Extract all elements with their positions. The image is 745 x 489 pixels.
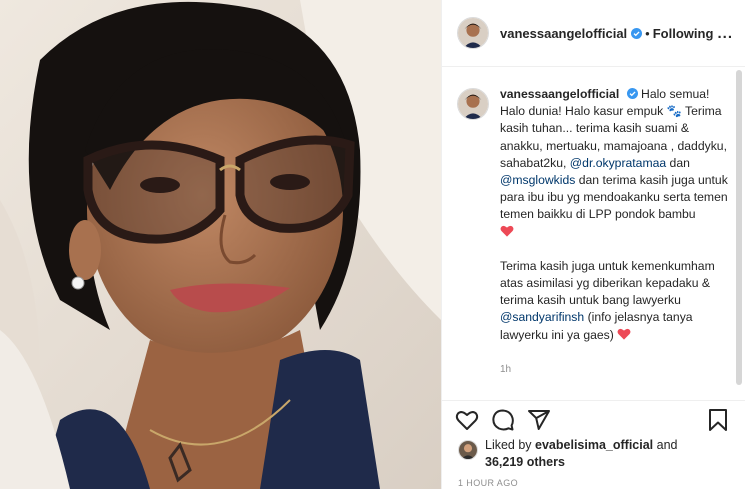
comment-icon: [492, 409, 514, 431]
mention-sandyarifinsh[interactable]: @sandyarifinsh: [500, 310, 584, 324]
author-username[interactable]: vanessaangelofficial: [500, 26, 627, 41]
paper-plane-icon: [528, 410, 550, 430]
author-avatar[interactable]: [457, 17, 489, 49]
heart-outline-icon: [455, 411, 479, 430]
caption-avatar[interactable]: [457, 88, 489, 120]
red-heart-icon: [500, 225, 514, 237]
caption-text: vanessaangelofficial Halo semua! Halo du…: [500, 86, 732, 378]
caption-text-5: Terima kasih juga untuk kemenkumham atas…: [500, 258, 715, 308]
caption-time: 1h: [500, 363, 512, 375]
likes-prefix: Liked by: [485, 438, 536, 452]
post-photo[interactable]: [0, 0, 441, 489]
post-header: vanessaangelofficial • Following ...: [442, 0, 745, 67]
comments-scrollbar[interactable]: [736, 70, 742, 385]
caption: vanessaangelofficial Halo semua! Halo du…: [457, 86, 733, 378]
verified-badge-icon: [626, 88, 638, 99]
liker-avatar[interactable]: [458, 440, 478, 460]
like-button[interactable]: [455, 408, 481, 434]
liker-username[interactable]: evabelisima_official: [535, 438, 653, 452]
paw-emoji: 🐾: [666, 104, 682, 119]
bookmark-icon: [709, 409, 727, 431]
caption-text-3: dan: [666, 155, 690, 170]
likes-count[interactable]: 36,219 others: [485, 455, 565, 469]
likes-text: Liked by evabelisima_official and 36,219…: [485, 437, 678, 471]
caption-paragraph-1: vanessaangelofficial Halo semua! Halo du…: [500, 86, 732, 241]
verified-badge-icon: [631, 27, 643, 39]
comments-section: vanessaangelofficial Halo semua! Halo du…: [442, 68, 745, 390]
caption-username[interactable]: vanessaangelofficial: [500, 87, 619, 101]
header-separator: •: [645, 25, 650, 41]
more-options-icon[interactable]: ...: [717, 25, 733, 42]
post-timestamp[interactable]: 1 HOUR AGO: [458, 478, 518, 488]
selfie-photo-image: [0, 0, 441, 489]
likes-middle: and: [653, 438, 678, 452]
mention-msglowkids[interactable]: @msglowkids: [500, 173, 575, 187]
save-button[interactable]: [706, 408, 732, 434]
likes-summary: Liked by evabelisima_official and 36,219…: [458, 437, 735, 471]
action-bar: [442, 400, 745, 440]
post-details-panel: vanessaangelofficial • Following ... van…: [441, 0, 745, 489]
share-button[interactable]: [527, 408, 553, 434]
comment-button[interactable]: [491, 408, 517, 434]
following-button[interactable]: Following: [653, 26, 714, 41]
caption-paragraph-2: Terima kasih juga untuk kemenkumham atas…: [500, 258, 732, 344]
mention-okypratamaa[interactable]: @dr.okypratamaa: [570, 156, 666, 170]
red-heart-icon: [617, 328, 631, 340]
